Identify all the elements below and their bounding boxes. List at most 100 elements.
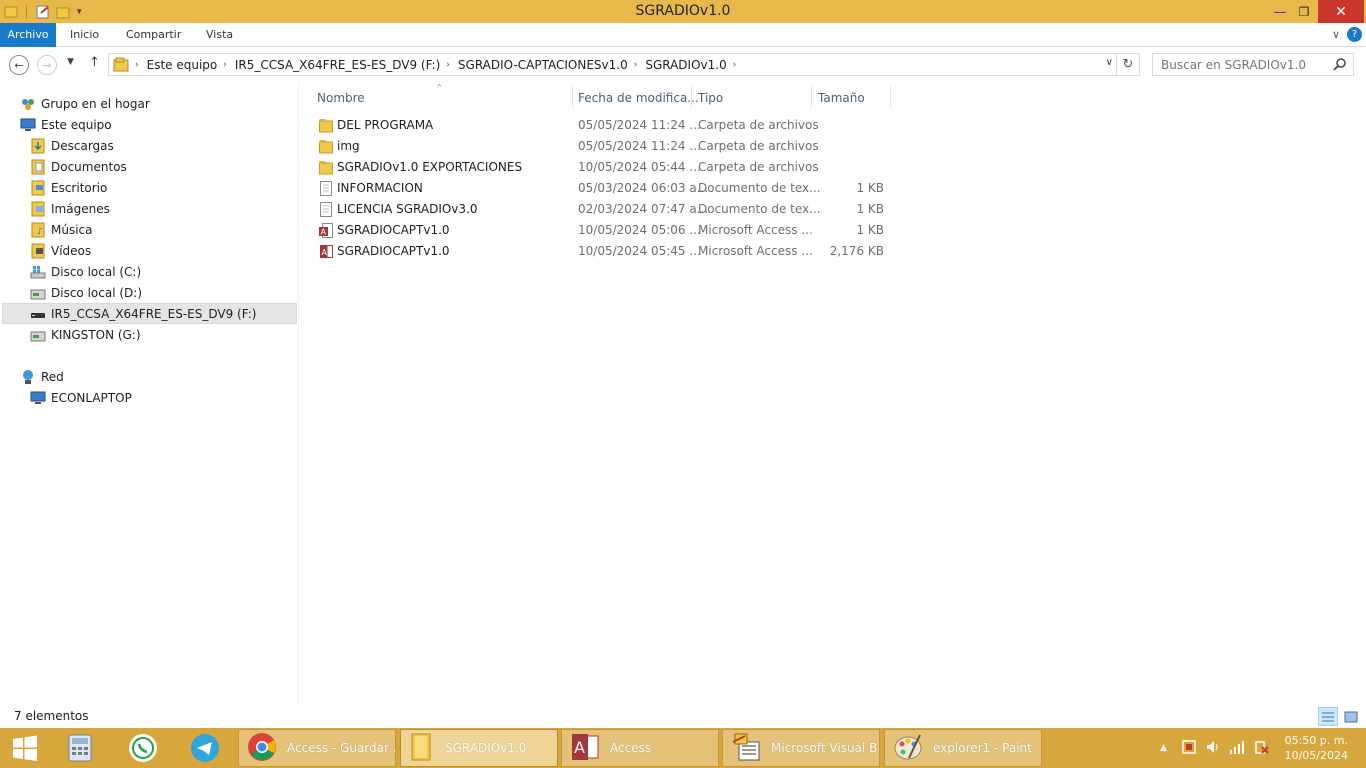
action-center-icon[interactable] — [1181, 739, 1197, 758]
column-separator[interactable] — [691, 86, 692, 108]
back-button[interactable]: ← — [9, 55, 29, 75]
network-signal-icon[interactable] — [1229, 739, 1245, 758]
recent-locations-button[interactable]: ▼ — [67, 57, 74, 67]
file-row-access-lock[interactable]: A SGRADIOCAPTv1.0 10/05/2024 05:06 ... M… — [313, 220, 893, 241]
tab-vista[interactable]: Vista — [206, 23, 233, 47]
taskbar-app-visual-basic[interactable]: Microsoft Visual B... — [722, 729, 880, 767]
nav-item-red[interactable]: Red — [20, 366, 64, 387]
nav-item-label: Este equipo — [41, 117, 112, 132]
nav-item-musica[interactable]: ♪ Música — [30, 219, 93, 240]
svg-text:♪: ♪ — [37, 227, 43, 237]
file-row-licencia[interactable]: LICENCIA SGRADIOv3.0 02/03/2024 07:47 a.… — [313, 199, 893, 220]
telegram-taskbar-icon[interactable] — [174, 728, 236, 768]
column-header-date[interactable]: Fecha de modifica... — [578, 87, 699, 109]
whatsapp-taskbar-icon[interactable] — [112, 728, 174, 768]
search-icon[interactable] — [1333, 57, 1347, 74]
homegroup-icon — [20, 96, 36, 112]
chevron-right-icon[interactable]: › — [446, 60, 450, 70]
chevron-right-icon[interactable]: › — [634, 60, 638, 70]
taskbar-app-access[interactable]: A Access — [561, 729, 719, 767]
window-folder-icon[interactable] — [4, 5, 18, 19]
ribbon: Archivo Inicio Compartir Vista ∨ ? — [0, 23, 1366, 47]
calculator-taskbar-icon[interactable] — [49, 728, 111, 768]
nav-item-econlaptop[interactable]: ECONLAPTOP — [30, 387, 132, 408]
breadcrumb-este-equipo[interactable]: Este equipo — [147, 58, 218, 72]
file-row-del-programa[interactable]: DEL PROGRAMA 05/05/2024 11:24 ... Carpet… — [313, 115, 893, 136]
file-row-informacion[interactable]: INFORMACION 05/03/2024 06:03 a... Docume… — [313, 178, 893, 199]
file-name: SGRADIOv1.0 EXPORTACIONES — [337, 160, 523, 174]
breadcrumb-current-folder[interactable]: SGRADIOv1.0 — [645, 58, 726, 72]
tab-compartir[interactable]: Compartir — [126, 23, 181, 47]
nav-item-label: Escritorio — [51, 180, 108, 195]
file-type: Microsoft Access ... — [698, 244, 813, 258]
address-bar[interactable]: › Este equipo › IR5_CCSA_X64FRE_ES-ES_DV… — [108, 53, 1140, 76]
chevron-right-icon[interactable]: › — [733, 60, 737, 70]
nav-item-homegroup[interactable]: Grupo en el hogar — [20, 93, 150, 114]
up-button[interactable]: ↑ — [89, 55, 100, 70]
item-count: 7 elementos — [14, 709, 89, 723]
nav-item-documentos[interactable]: Documentos — [30, 156, 127, 177]
chevron-right-icon[interactable]: › — [223, 60, 227, 70]
expand-ribbon-icon[interactable]: ∨ — [1332, 28, 1340, 41]
address-row: ← → ▼ ↑ › Este equipo › IR5_CCSA_X64FRE_… — [0, 47, 1366, 83]
computer-icon — [30, 390, 46, 406]
file-row-exportaciones[interactable]: SGRADIOv1.0 EXPORTACIONES 10/05/2024 05:… — [313, 157, 893, 178]
address-folder-icon — [113, 57, 129, 73]
nav-item-videos[interactable]: Vídeos — [30, 240, 91, 261]
help-icon[interactable]: ? — [1347, 27, 1362, 42]
forward-button[interactable]: → — [37, 55, 57, 75]
tab-inicio[interactable]: Inicio — [70, 23, 99, 47]
address-dropdown-icon[interactable]: ∨ — [1106, 57, 1113, 68]
column-header-size[interactable]: Tamaño — [818, 87, 865, 109]
nav-item-disco-c[interactable]: Disco local (C:) — [30, 261, 141, 282]
volume-icon[interactable] — [1205, 739, 1221, 758]
quick-access-toolbar: ▾ — [0, 0, 82, 23]
restore-button[interactable]: ❐ — [1287, 0, 1321, 23]
nav-item-drive-f[interactable]: IR5_CCSA_X64FRE_ES-ES_DV9 (F:) — [2, 303, 297, 324]
breadcrumb-drive-f[interactable]: IR5_CCSA_X64FRE_ES-ES_DV9 (F:) — [235, 58, 440, 72]
properties-icon[interactable] — [35, 4, 51, 20]
column-header-name[interactable]: Nombre — [317, 87, 365, 109]
details-view-button[interactable] — [1318, 707, 1338, 726]
column-separator[interactable] — [572, 86, 573, 108]
search-input[interactable] — [1153, 54, 1323, 75]
search-box[interactable] — [1152, 53, 1354, 76]
downloads-folder-icon — [30, 138, 46, 154]
power-icon[interactable] — [1253, 739, 1269, 758]
new-folder-icon[interactable] — [55, 4, 71, 20]
nav-item-escritorio[interactable]: Escritorio — [30, 177, 107, 198]
refresh-button[interactable]: ↻ — [1116, 54, 1139, 75]
chevron-right-icon[interactable]: › — [135, 60, 139, 70]
column-separator[interactable] — [890, 86, 891, 108]
taskbar-app-label: SGRADIOv1.0 — [445, 741, 527, 755]
close-button[interactable]: ✕ — [1318, 0, 1364, 23]
taskbar-app-chrome[interactable]: Access - Guardar ... — [238, 729, 396, 767]
nav-item-imagenes[interactable]: Imágenes — [30, 198, 110, 219]
nav-item-kingston-g[interactable]: KINGSTON (G:) — [30, 324, 141, 345]
visual-basic-icon — [731, 732, 761, 765]
column-separator[interactable] — [811, 86, 812, 108]
tab-archivo[interactable]: Archivo — [0, 23, 56, 47]
nav-item-este-equipo[interactable]: Este equipo — [20, 114, 112, 135]
file-name: DEL PROGRAMA — [337, 118, 434, 132]
taskbar-app-paint[interactable]: explorer1 - Paint — [884, 729, 1042, 767]
column-header-type[interactable]: Tipo — [698, 87, 723, 109]
folder-icon — [319, 160, 333, 175]
text-file-icon — [319, 181, 333, 196]
network-icon — [20, 369, 36, 385]
show-hidden-icons-icon[interactable]: ▲ — [1160, 743, 1167, 753]
nav-item-descargas[interactable]: Descargas — [30, 135, 114, 156]
start-button[interactable] — [0, 728, 56, 768]
clock[interactable]: 05:50 p. m. 10/05/2024 — [1285, 733, 1348, 763]
file-date: 10/05/2024 05:06 ... — [578, 223, 701, 237]
customize-toolbar-icon[interactable]: ▾ — [77, 7, 82, 17]
taskbar-app-explorer[interactable]: SGRADIOv1.0 — [400, 729, 558, 767]
nav-item-disco-d[interactable]: Disco local (D:) — [30, 282, 142, 303]
taskbar-app-label: Access - Guardar ... — [287, 741, 395, 755]
file-row-img[interactable]: img 05/05/2024 11:24 ... Carpeta de arch… — [313, 136, 893, 157]
file-row-access-db[interactable]: A SGRADIOCAPTv1.0 10/05/2024 05:45 ... M… — [313, 241, 893, 262]
file-name: SGRADIOCAPTv1.0 — [337, 223, 450, 237]
large-icons-view-button[interactable] — [1341, 707, 1361, 726]
nav-item-label: KINGSTON (G:) — [51, 327, 141, 342]
breadcrumb-captaciones[interactable]: SGRADIO-CAPTACIONESv1.0 — [458, 58, 628, 72]
